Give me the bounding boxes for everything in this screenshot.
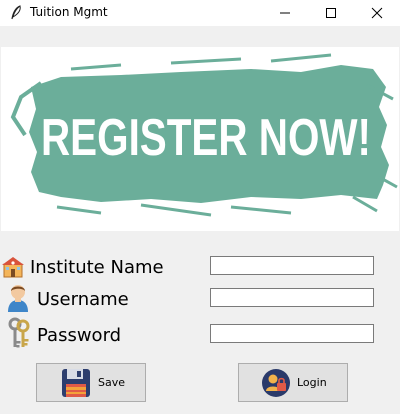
password-label: Password bbox=[37, 325, 122, 346]
window-title: Tuition Mgmt bbox=[30, 5, 108, 19]
feather-icon bbox=[11, 5, 21, 20]
minimize-icon bbox=[280, 12, 290, 14]
minimize-button[interactable] bbox=[262, 0, 308, 26]
keys-icon bbox=[8, 317, 30, 348]
banner-text: REGISTER NOW! bbox=[41, 109, 371, 167]
username-label: Username bbox=[37, 289, 129, 310]
login-button[interactable]: Login bbox=[238, 363, 348, 402]
close-button[interactable] bbox=[354, 0, 400, 26]
title-bar: Tuition Mgmt bbox=[0, 0, 400, 26]
maximize-icon bbox=[326, 8, 336, 18]
save-button[interactable]: Save bbox=[36, 363, 146, 402]
register-banner: REGISTER NOW! bbox=[10, 53, 398, 217]
institute-name-label: Institute Name bbox=[30, 257, 164, 278]
maximize-button[interactable] bbox=[308, 0, 354, 26]
floppy-disk-icon bbox=[62, 369, 90, 397]
school-building-icon bbox=[2, 257, 24, 278]
user-lock-icon bbox=[262, 369, 290, 397]
institute-name-input[interactable] bbox=[210, 256, 374, 275]
login-button-label: Login bbox=[297, 376, 327, 389]
save-button-label: Save bbox=[98, 376, 126, 389]
username-input[interactable] bbox=[210, 288, 374, 307]
password-input[interactable] bbox=[210, 324, 374, 343]
user-avatar-icon bbox=[8, 285, 28, 312]
close-icon bbox=[371, 7, 383, 19]
